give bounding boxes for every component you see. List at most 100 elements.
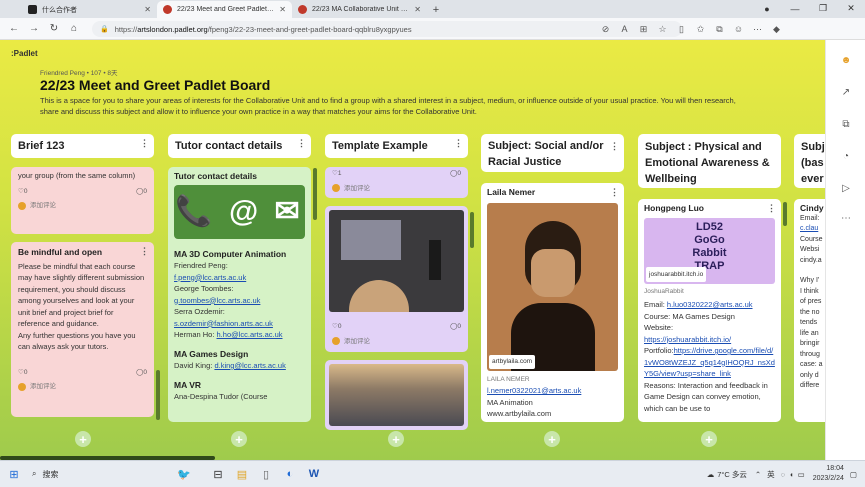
add-comment-button[interactable]: 添加评论 [329,336,464,348]
add-post-button[interactable]: + [231,431,247,447]
ime-indicator[interactable]: 英 [767,469,775,480]
more-options-icon[interactable]: ⋮ [454,138,463,149]
game-banner-image[interactable]: LD52 GoGo Rabbit TRAP joshuarabbit.itch.… [644,217,775,284]
home-button[interactable]: ⌂ [64,19,84,39]
portrait-image[interactable]: artbylaila.com [487,202,618,371]
email-link[interactable]: f.peng@lcc.arts.ac.uk [174,273,246,282]
share-icon[interactable]: ↗ [838,84,854,100]
network-icon[interactable]: ◌ [781,470,785,479]
more-options-icon[interactable]: ⋮ [610,138,619,154]
notification-icon[interactable]: ◔ [838,148,854,164]
comment-count[interactable]: ◯0 [136,186,147,198]
profile-icon[interactable]: ● [753,0,781,17]
maximize-button[interactable]: ❐ [809,0,837,17]
more-options-icon[interactable]: ⋮ [140,138,149,149]
email-link[interactable]: s.ozdemir@fashion.arts.ac.uk [174,319,273,328]
notification-center-icon[interactable]: ▢ [850,470,857,479]
column-header[interactable]: Subject: Social and/or Racial Justice ⋮ [481,134,624,172]
volume-icon[interactable]: ◖ [789,470,794,479]
post-card[interactable]: ⋮ Laila Nemer artbylaila.com LAILA NEMER… [481,183,624,422]
add-comment-button[interactable]: 添加评论 [18,381,147,393]
column-scrollbar[interactable] [470,212,474,248]
column-scrollbar[interactable] [783,202,787,226]
more-options-icon[interactable]: ⋮ [610,187,619,199]
task-view-icon[interactable]: ⊟ [206,462,230,486]
edge-icon[interactable]: ◐ [278,462,302,486]
like-button[interactable]: ♡0 [332,321,341,333]
taskbar-search[interactable]: ⌕ 搜索 [32,469,142,480]
close-tab-icon[interactable]: ✕ [414,5,421,14]
comment-count[interactable]: ◯0 [450,168,461,180]
more-options-icon[interactable]: ⋮ [767,203,776,215]
url-bar[interactable]: 🔒 https://artslondon.padlet.org/fpeng3/2… [92,21,682,37]
browser-tab[interactable]: 什么合作者 ✕ [22,1,157,18]
apps-icon[interactable]: ⊞ [634,20,653,38]
close-tab-icon[interactable]: ✕ [279,5,286,14]
more-options-icon[interactable]: ⋮ [297,138,306,149]
favorite-icon[interactable]: ☆ [653,20,672,38]
post-card[interactable]: ♡1 ◯0 添加评论 [325,167,468,198]
screenshot-icon[interactable]: ⧉ [838,116,854,132]
menu-icon[interactable]: ⋯ [748,20,767,38]
column-scrollbar[interactable] [156,370,160,420]
back-button[interactable]: ← [4,19,24,39]
email-link[interactable]: h.luo0320222@arts.ac.uk [667,300,753,309]
split-screen-icon[interactable]: ▯ [672,20,691,38]
add-post-button[interactable]: + [701,431,717,447]
post-card[interactable] [325,360,468,430]
new-tab-button[interactable]: + [427,1,445,18]
tray-chevron-icon[interactable]: ⌃ [755,470,761,479]
favorites-list-icon[interactable]: ✩ [691,20,710,38]
account-icon[interactable]: ☺ [729,20,748,38]
comment-count[interactable]: ◯0 [450,321,461,333]
column-header[interactable]: Subject : Physical and Emotional Awarene… [638,134,781,188]
forward-button[interactable]: → [24,19,44,39]
post-card[interactable]: ♡0 ◯0 添加评论 [325,206,468,352]
column-header[interactable]: Brief 123 ⋮ [11,134,154,158]
edge-sidebar-icon[interactable]: ◆ [767,20,786,38]
presentation-photo[interactable] [329,210,464,312]
close-tab-icon[interactable]: ✕ [144,5,151,14]
column-header[interactable]: Template Example ⋮ [325,134,468,158]
copilot-icon[interactable]: ☻ [838,52,854,68]
like-button[interactable]: ♡0 [18,186,27,198]
weather-text[interactable]: 7°C 多云 [717,469,747,480]
browser-tab[interactable]: 22/23 MA Collaborative Unit pr... ✕ [292,1,427,18]
email-link[interactable]: d.king@lcc.arts.ac.uk [214,361,285,370]
email-link[interactable]: l.nemer0322021@arts.ac.uk [487,386,581,395]
email-link[interactable]: g.toombes@lcc.arts.ac.uk [174,296,260,305]
like-button[interactable]: ♡0 [18,367,27,379]
post-card[interactable]: ⋮ Be mindful and open Please be mindful … [11,242,154,417]
play-icon[interactable]: ▷ [838,180,854,196]
add-post-button[interactable]: + [544,431,560,447]
browser-tab-active[interactable]: 22/23 Meet and Greet Padlet Bo... ✕ [157,1,292,18]
add-comment-button[interactable]: 添加评论 [18,200,147,212]
padlet-logo[interactable]: :Padlet [11,49,38,58]
add-comment-button[interactable]: 添加评论 [332,183,461,195]
column-header[interactable]: Tutor contact details ⋮ [168,134,311,158]
more-icon[interactable]: ⋯ [838,210,854,226]
website-link[interactable]: https://joshuarabbit.itch.io/ [644,335,731,344]
word-icon[interactable]: W [302,462,326,486]
refresh-button[interactable]: ↻ [44,19,64,39]
comment-count[interactable]: ◯0 [136,367,147,379]
close-window-button[interactable]: ✕ [837,0,865,17]
widget-character-icon[interactable]: 🐦 [172,462,196,486]
post-card[interactable]: your group (from the same column) ♡0 ◯0 … [11,167,154,234]
file-explorer-icon[interactable]: ▤ [230,462,254,486]
tracking-icon[interactable]: ⊘ [596,20,615,38]
read-aloud-icon[interactable]: A [615,20,634,38]
clock[interactable]: 18:04 2023/2/24 [813,464,844,484]
email-link[interactable]: h.ho@lcc.arts.ac.uk [217,330,283,339]
studio-photo[interactable] [329,364,464,426]
notepad-icon[interactable]: ▯ [254,462,278,486]
column-scrollbar[interactable] [313,168,317,220]
add-post-button[interactable]: + [75,431,91,447]
collections-icon[interactable]: ⧉ [710,20,729,38]
battery-icon[interactable]: ▭ [798,470,805,479]
post-card[interactable]: Cindy Email: c.clau Course Websi cindy.a… [794,199,825,422]
column-header[interactable]: Subj (bas ever [794,134,825,188]
post-card[interactable]: Tutor contact details 📞 @ ✉ MA 3D Comput… [168,167,311,422]
more-options-icon[interactable]: ⋮ [140,246,149,258]
like-button[interactable]: ♡1 [332,168,341,180]
